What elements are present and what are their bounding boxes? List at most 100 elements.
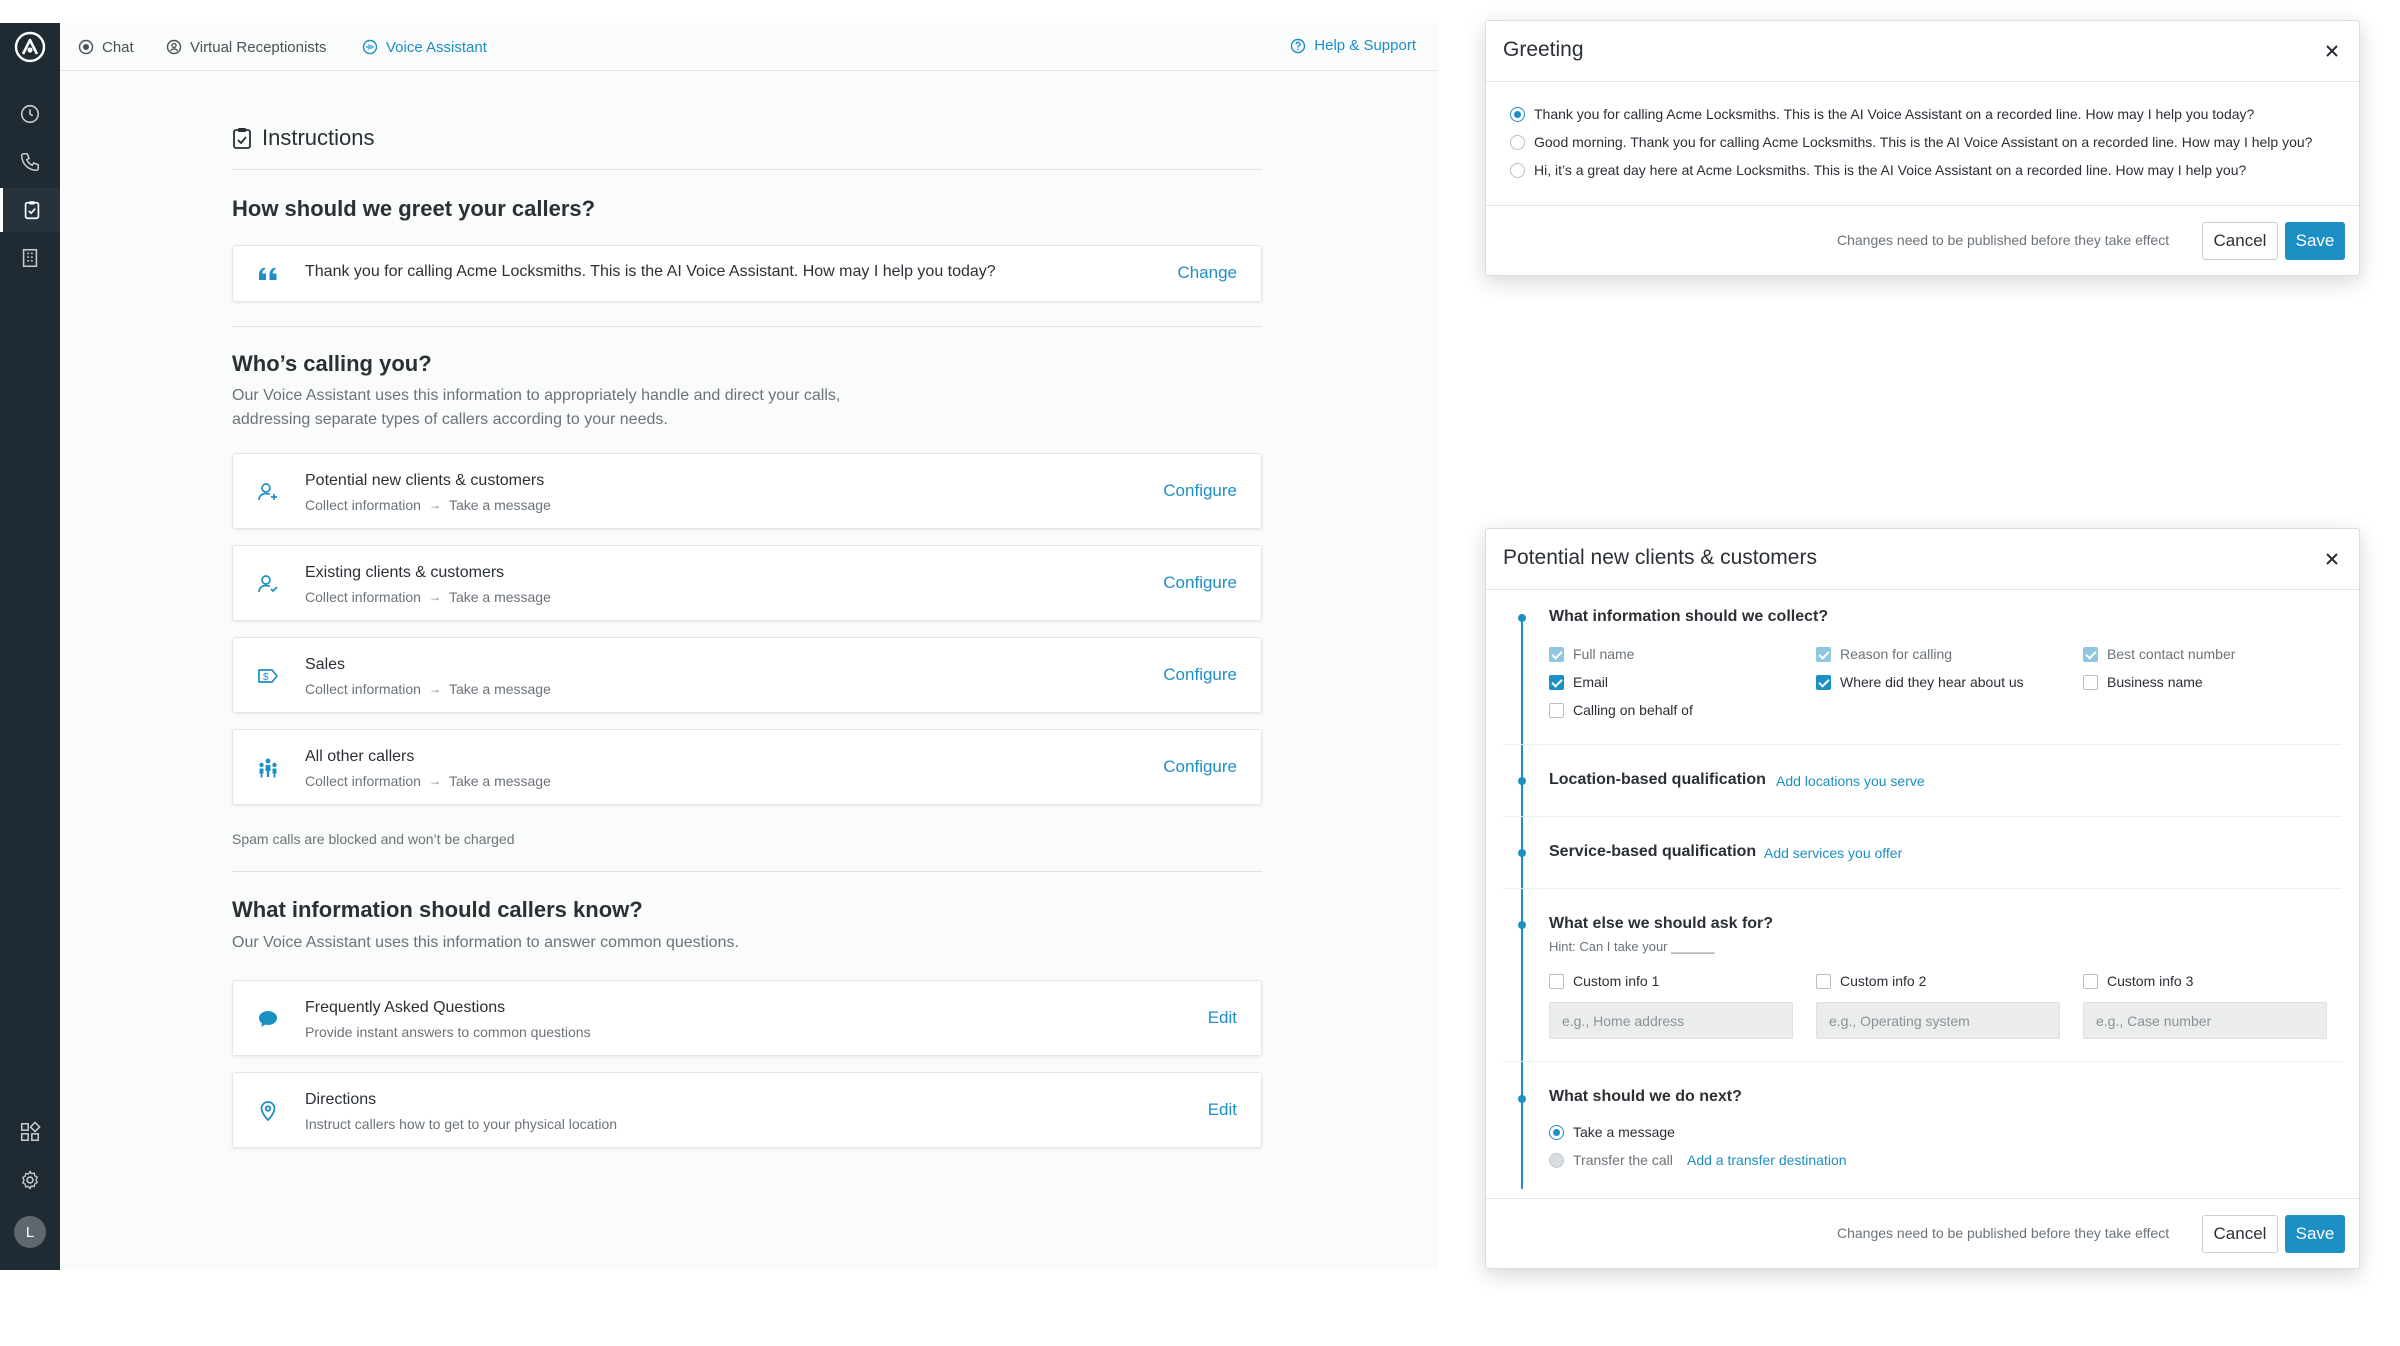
step-timeline [1521, 617, 1523, 1189]
caller-card-all-other: All other callers Collect information → Ta… [232, 729, 1262, 805]
email-checkbox[interactable] [1549, 675, 1564, 690]
dialog-title: Greeting [1503, 38, 1584, 61]
take-message-radio[interactable] [1549, 1125, 1564, 1140]
cancel-button[interactable]: Cancel [2202, 1215, 2278, 1253]
tab-label: Voice Assistant [386, 38, 487, 56]
greeting-dialog: Greeting Thank you for calling Acme Lock… [1485, 20, 2360, 276]
caller-card-sales: $ Sales Collect information → Take a messa… [232, 637, 1262, 713]
arrow-right-icon: → [428, 498, 441, 512]
avatar[interactable]: L [14, 1216, 46, 1248]
chat-icon [78, 39, 94, 55]
building-icon[interactable] [0, 236, 60, 280]
custom-info-2-label: Custom info 2 [1840, 973, 1927, 989]
close-icon[interactable] [2323, 550, 2341, 568]
top-nav: Chat Virtual Receptionists Voice Assista… [60, 23, 1438, 71]
logo-icon[interactable] [14, 31, 46, 63]
caller-subtitle: Collect information → Take a message [305, 681, 551, 697]
faq-subtitle: Provide instant answers to common questi… [305, 1024, 591, 1040]
configure-button[interactable]: Configure [1163, 665, 1237, 685]
tab-label: Virtual Receptionists [190, 38, 327, 56]
new-clients-dialog: Potential new clients & customers What i… [1485, 528, 2360, 1269]
custom-info-2-checkbox[interactable] [1816, 974, 1831, 989]
location-heading: Location-based qualification [1549, 771, 1766, 788]
custom-heading: What else we should ask for? [1549, 915, 1774, 932]
spam-note: Spam calls are blocked and won’t be char… [232, 831, 515, 847]
reason-label: Reason for calling [1840, 646, 1953, 662]
heard-about-checkbox[interactable] [1816, 675, 1831, 690]
side-rail: L [0, 23, 60, 1270]
greeting-option-radio[interactable] [1510, 163, 1525, 178]
custom-info-1-checkbox[interactable] [1549, 974, 1564, 989]
tab-chat[interactable]: Chat [78, 37, 134, 57]
dialog-separator [1486, 205, 2359, 206]
callers-desc-line1: Our Voice Assistant uses this informatio… [232, 387, 841, 404]
edit-faq-button[interactable]: Edit [1208, 1008, 1237, 1028]
apps-icon[interactable] [0, 1110, 60, 1154]
tab-voice-assistant[interactable]: Voice Assistant [362, 37, 487, 57]
custom-info-3-input[interactable]: e.g., Case number [2083, 1002, 2327, 1039]
clipboard-icon[interactable] [0, 188, 60, 232]
caller-title: Potential new clients & customers [305, 472, 545, 489]
behalf-of-label: Calling on behalf of [1573, 702, 1693, 718]
configure-button[interactable]: Configure [1163, 573, 1237, 593]
caller-title: Sales [305, 656, 346, 673]
sub-message: Take a message [448, 497, 551, 513]
add-locations-link[interactable]: Add locations you serve [1776, 773, 1925, 789]
receptionist-icon [166, 39, 182, 55]
edit-directions-button[interactable]: Edit [1208, 1100, 1237, 1120]
dialog-separator [1486, 81, 2359, 82]
contact-number-label: Best contact number [2107, 646, 2236, 662]
callers-desc-line2: addressing separate types of callers acc… [232, 411, 668, 428]
cancel-button[interactable]: Cancel [2202, 222, 2278, 260]
full-name-label: Full name [1573, 646, 1635, 662]
greeting-option-label: Hi, it’s a great day here at Acme Locksm… [1534, 162, 2247, 178]
greeting-option-label: Thank you for calling Acme Locksmiths. T… [1534, 106, 2255, 122]
custom-hint: Hint: Can I take your ______ [1549, 939, 1715, 954]
section-separator [1503, 744, 2342, 745]
caller-card-new-clients: Potential new clients & customers Collec… [232, 453, 1262, 529]
greeting-option-radio[interactable] [1510, 135, 1525, 150]
page-title: Instructions [232, 125, 375, 151]
custom-info-3-label: Custom info 3 [2107, 973, 2194, 989]
custom-info-1-input[interactable]: e.g., Home address [1549, 1002, 1793, 1039]
know-heading: What information should callers know? [232, 897, 643, 922]
settings-icon[interactable] [0, 1158, 60, 1202]
greeting-option-radio[interactable] [1510, 107, 1525, 122]
next-heading: What should we do next? [1549, 1088, 1742, 1105]
arrow-right-icon: → [428, 774, 441, 788]
caller-title: Existing clients & customers [305, 564, 505, 581]
svg-text:$: $ [263, 672, 269, 683]
dialog-separator [1486, 1198, 2359, 1199]
step-dot [1518, 614, 1526, 622]
full-name-checkbox [1549, 647, 1564, 662]
business-name-checkbox[interactable] [2083, 675, 2098, 690]
caller-subtitle: Collect information → Take a message [305, 589, 551, 605]
divider [232, 169, 1262, 170]
phone-icon[interactable] [0, 140, 60, 184]
dialog-separator [1486, 589, 2359, 590]
add-transfer-link[interactable]: Add a transfer destination [1687, 1152, 1847, 1168]
change-greeting-button[interactable]: Change [1177, 263, 1237, 283]
faq-title: Frequently Asked Questions [305, 999, 506, 1016]
speech-bubble-icon [255, 1006, 281, 1032]
take-message-label: Take a message [1573, 1124, 1675, 1140]
voice-assistant-app: L Chat Virtual Receptionists Voice Assis… [0, 23, 1438, 1270]
publish-note: Changes need to be published before they… [1837, 232, 2170, 248]
history-icon[interactable] [0, 92, 60, 136]
caller-card-existing-clients: Existing clients & customers Collect inf… [232, 545, 1262, 621]
behalf-of-checkbox[interactable] [1549, 703, 1564, 718]
add-services-link[interactable]: Add services you offer [1764, 845, 1902, 861]
configure-button[interactable]: Configure [1163, 757, 1237, 777]
configure-button[interactable]: Configure [1163, 481, 1237, 501]
caller-title: All other callers [305, 748, 415, 765]
custom-info-3-checkbox[interactable] [2083, 974, 2098, 989]
close-icon[interactable] [2323, 42, 2341, 60]
price-tag-icon: $ [255, 663, 281, 689]
contact-number-checkbox [2083, 647, 2098, 662]
tab-virtual-receptionists[interactable]: Virtual Receptionists [166, 37, 326, 57]
custom-info-2-input[interactable]: e.g., Operating system [1816, 1002, 2060, 1039]
help-support-link[interactable]: Help & Support [1290, 37, 1416, 54]
save-button[interactable]: Save [2285, 1215, 2345, 1253]
save-button[interactable]: Save [2285, 222, 2345, 260]
section-separator [1503, 1061, 2342, 1062]
